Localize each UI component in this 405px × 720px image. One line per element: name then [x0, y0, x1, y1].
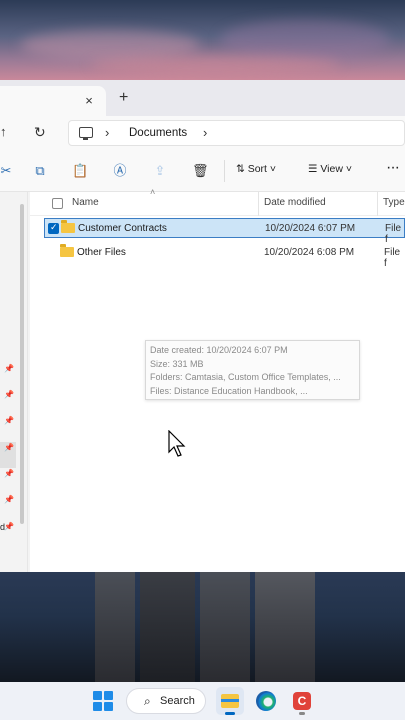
file-name: Other Files — [77, 247, 126, 258]
pin-icon: 📌 — [4, 522, 14, 531]
tooltip-date-created: Date created: 10/20/2024 6:07 PM — [150, 345, 288, 355]
address-bar[interactable]: › Documents › — [68, 120, 405, 146]
file-list: Name ˄ Date modified Type Customer Contr… — [30, 187, 405, 572]
edge-icon — [256, 691, 276, 711]
chevron-right-icon[interactable]: › — [203, 125, 207, 140]
row-checkbox[interactable] — [48, 222, 59, 234]
file-row-other-files[interactable]: Other Files 10/20/2024 6:08 PM File f — [44, 243, 405, 269]
share-icon[interactable]: ⇪ — [152, 163, 168, 179]
command-bar: ✂ ⧉ 📋 Ⓐ ⇪ 🗑 ⇅ Sort ˅ ☰ View ˅ ··· — [0, 150, 405, 192]
rename-icon[interactable]: Ⓐ — [112, 163, 128, 179]
pin-icon: 📌 — [4, 364, 14, 373]
tooltip-folders: Folders: Camtasia, Custom Office Templat… — [150, 372, 341, 382]
navigation-pane: 📌 📌 📌 📌 📌 📌 d 📌 lected — [0, 192, 28, 678]
wallpaper-pier-plank — [95, 572, 135, 682]
pin-icon: 📌 — [4, 495, 14, 504]
desktop-wallpaper-bottom — [0, 572, 405, 682]
taskbar-search[interactable]: ⌕ Search — [126, 688, 206, 714]
column-header-row: Name ˄ Date modified Type — [30, 187, 405, 216]
view-label: View — [320, 163, 343, 175]
tooltip-size: Size: 331 MB — [150, 358, 204, 369]
tooltip-files: Files: Distance Education Handbook, ... — [150, 385, 308, 396]
file-name: Customer Contracts — [78, 223, 167, 234]
view-button[interactable]: ☰ View ˅ — [308, 163, 352, 175]
wallpaper-pier-plank — [200, 572, 250, 682]
more-options-button[interactable]: ··· — [386, 159, 400, 177]
pin-icon: 📌 — [4, 390, 14, 399]
folder-icon — [221, 694, 239, 708]
refresh-icon[interactable]: ↻ — [34, 124, 46, 141]
wallpaper-cloud — [220, 20, 390, 60]
file-date: 10/20/2024 6:08 PM — [264, 247, 355, 258]
taskbar: ⌕ Search C — [0, 682, 405, 720]
column-type[interactable]: Type — [383, 197, 405, 208]
chevron-right-icon[interactable]: › — [105, 125, 109, 140]
desktop-wallpaper-top — [0, 0, 405, 80]
file-explorer-window: × + ↑ ↻ › Documents › ✂ ⧉ 📋 Ⓐ ⇪ 🗑 ⇅ Sort… — [0, 80, 405, 678]
pin-icon: 📌 — [4, 416, 14, 425]
select-all-checkbox[interactable] — [52, 198, 63, 209]
new-tab-button[interactable]: + — [119, 90, 128, 106]
file-row-customer-contracts[interactable]: Customer Contracts 10/20/2024 6:07 PM Fi… — [44, 218, 405, 245]
nav-scrollbar[interactable] — [20, 204, 24, 524]
copy-icon[interactable]: ⧉ — [32, 163, 48, 179]
file-explorer-taskbar-icon[interactable] — [216, 687, 244, 715]
search-label: Search — [160, 695, 195, 707]
sort-button[interactable]: ⇅ Sort ˅ — [236, 163, 276, 175]
camtasia-icon: C — [293, 692, 311, 710]
paste-icon[interactable]: 📋 — [72, 163, 88, 179]
this-pc-icon — [79, 127, 93, 140]
tab-documents[interactable]: × — [0, 86, 106, 116]
camtasia-taskbar-icon[interactable]: C — [288, 687, 316, 715]
file-type: File f — [385, 223, 402, 245]
wallpaper-pier-plank — [140, 572, 195, 682]
delete-icon[interactable]: 🗑 — [192, 163, 209, 179]
folder-icon — [61, 220, 75, 233]
running-indicator — [299, 712, 305, 715]
file-date: 10/20/2024 6:07 PM — [265, 223, 356, 234]
wallpaper-cloud — [90, 55, 340, 75]
column-name[interactable]: Name — [72, 197, 99, 208]
folder-info-tooltip: Date created: 10/20/2024 6:07 PM Size: 3… — [145, 340, 360, 400]
active-indicator — [225, 712, 235, 715]
close-tab-button[interactable]: × — [82, 94, 96, 108]
sort-indicator-icon: ˄ — [150, 187, 156, 197]
folder-icon — [60, 244, 74, 257]
pin-icon: 📌 — [4, 469, 14, 478]
windows-start-icon[interactable] — [93, 691, 113, 711]
column-divider[interactable] — [258, 192, 259, 216]
sort-label: Sort — [247, 163, 267, 175]
edge-taskbar-icon[interactable] — [252, 687, 280, 715]
column-divider[interactable] — [377, 192, 378, 216]
toolbar-divider — [224, 160, 225, 182]
pin-icon: 📌 — [4, 443, 14, 452]
address-bar-row: ↑ ↻ › Documents › — [0, 116, 405, 150]
file-type: File f — [384, 247, 401, 269]
wallpaper-pier-plank — [255, 572, 315, 682]
up-arrow-icon[interactable]: ↑ — [0, 124, 7, 139]
column-date-modified[interactable]: Date modified — [264, 197, 326, 208]
search-icon: ⌕ — [144, 694, 151, 708]
breadcrumb-documents[interactable]: Documents — [129, 127, 187, 139]
tab-bar: × + — [0, 80, 405, 116]
mouse-cursor-icon — [168, 430, 186, 457]
cut-icon[interactable]: ✂ — [0, 163, 14, 179]
